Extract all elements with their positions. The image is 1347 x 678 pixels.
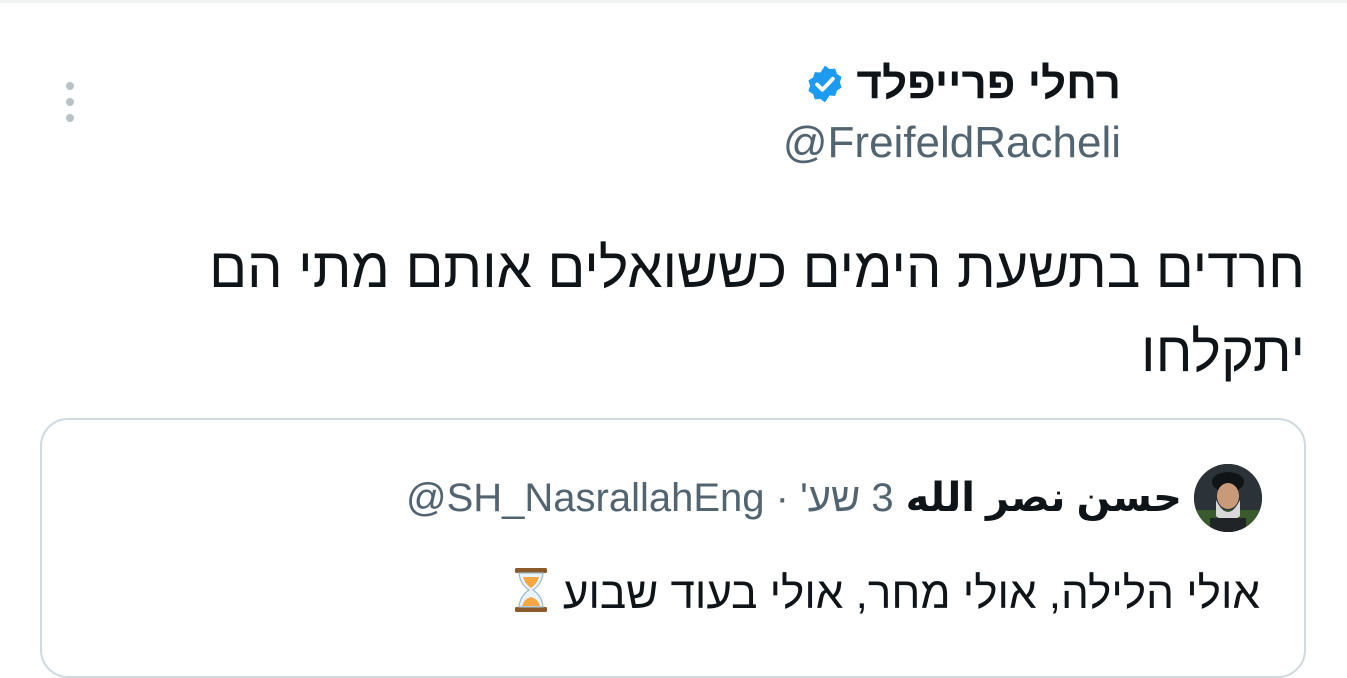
- quoted-display-name[interactable]: حسن نصر الله: [906, 475, 1182, 521]
- quoted-text-content: אולי הלילה, אולי מחר, אולי בעוד שבוע: [562, 569, 1260, 618]
- more-vertical-icon-dot: [66, 98, 74, 106]
- tweet-text: חרדים בתשעת הימים כששואלים אותם מתי הם י…: [209, 236, 1305, 383]
- meta-separator: ·: [775, 475, 789, 520]
- avatar-image: [1194, 464, 1262, 532]
- author-display-name[interactable]: רחלי פרייפלד: [856, 58, 1121, 110]
- top-divider: [0, 0, 1347, 3]
- more-options-button[interactable]: [58, 78, 82, 126]
- author-name-row: רחלי פרייפלד: [783, 58, 1121, 110]
- quoted-tweet-card[interactable]: حسن نصر الله @SH_NasrallahEng · 3 שע' או…: [40, 418, 1306, 678]
- more-vertical-icon-dot: [66, 114, 74, 122]
- tweet-header: רחלי פרייפלד @FreifeldRacheli: [783, 58, 1121, 170]
- quoted-handle[interactable]: @SH_NasrallahEng: [406, 476, 765, 520]
- quoted-meta: @SH_NasrallahEng · 3 שע': [406, 476, 894, 521]
- author-handle[interactable]: @FreifeldRacheli: [783, 116, 1121, 170]
- avatar[interactable]: [1194, 464, 1262, 532]
- quoted-tweet-header: حسن نصر الله @SH_NasrallahEng · 3 שע': [406, 464, 1262, 532]
- hourglass-icon: [514, 568, 547, 612]
- verified-badge-icon: [808, 65, 842, 103]
- quoted-time[interactable]: 3 שע': [800, 476, 893, 520]
- more-vertical-icon: [66, 82, 74, 90]
- quoted-tweet-text: אולי הלילה, אולי מחר, אולי בעוד שבוע: [503, 566, 1260, 622]
